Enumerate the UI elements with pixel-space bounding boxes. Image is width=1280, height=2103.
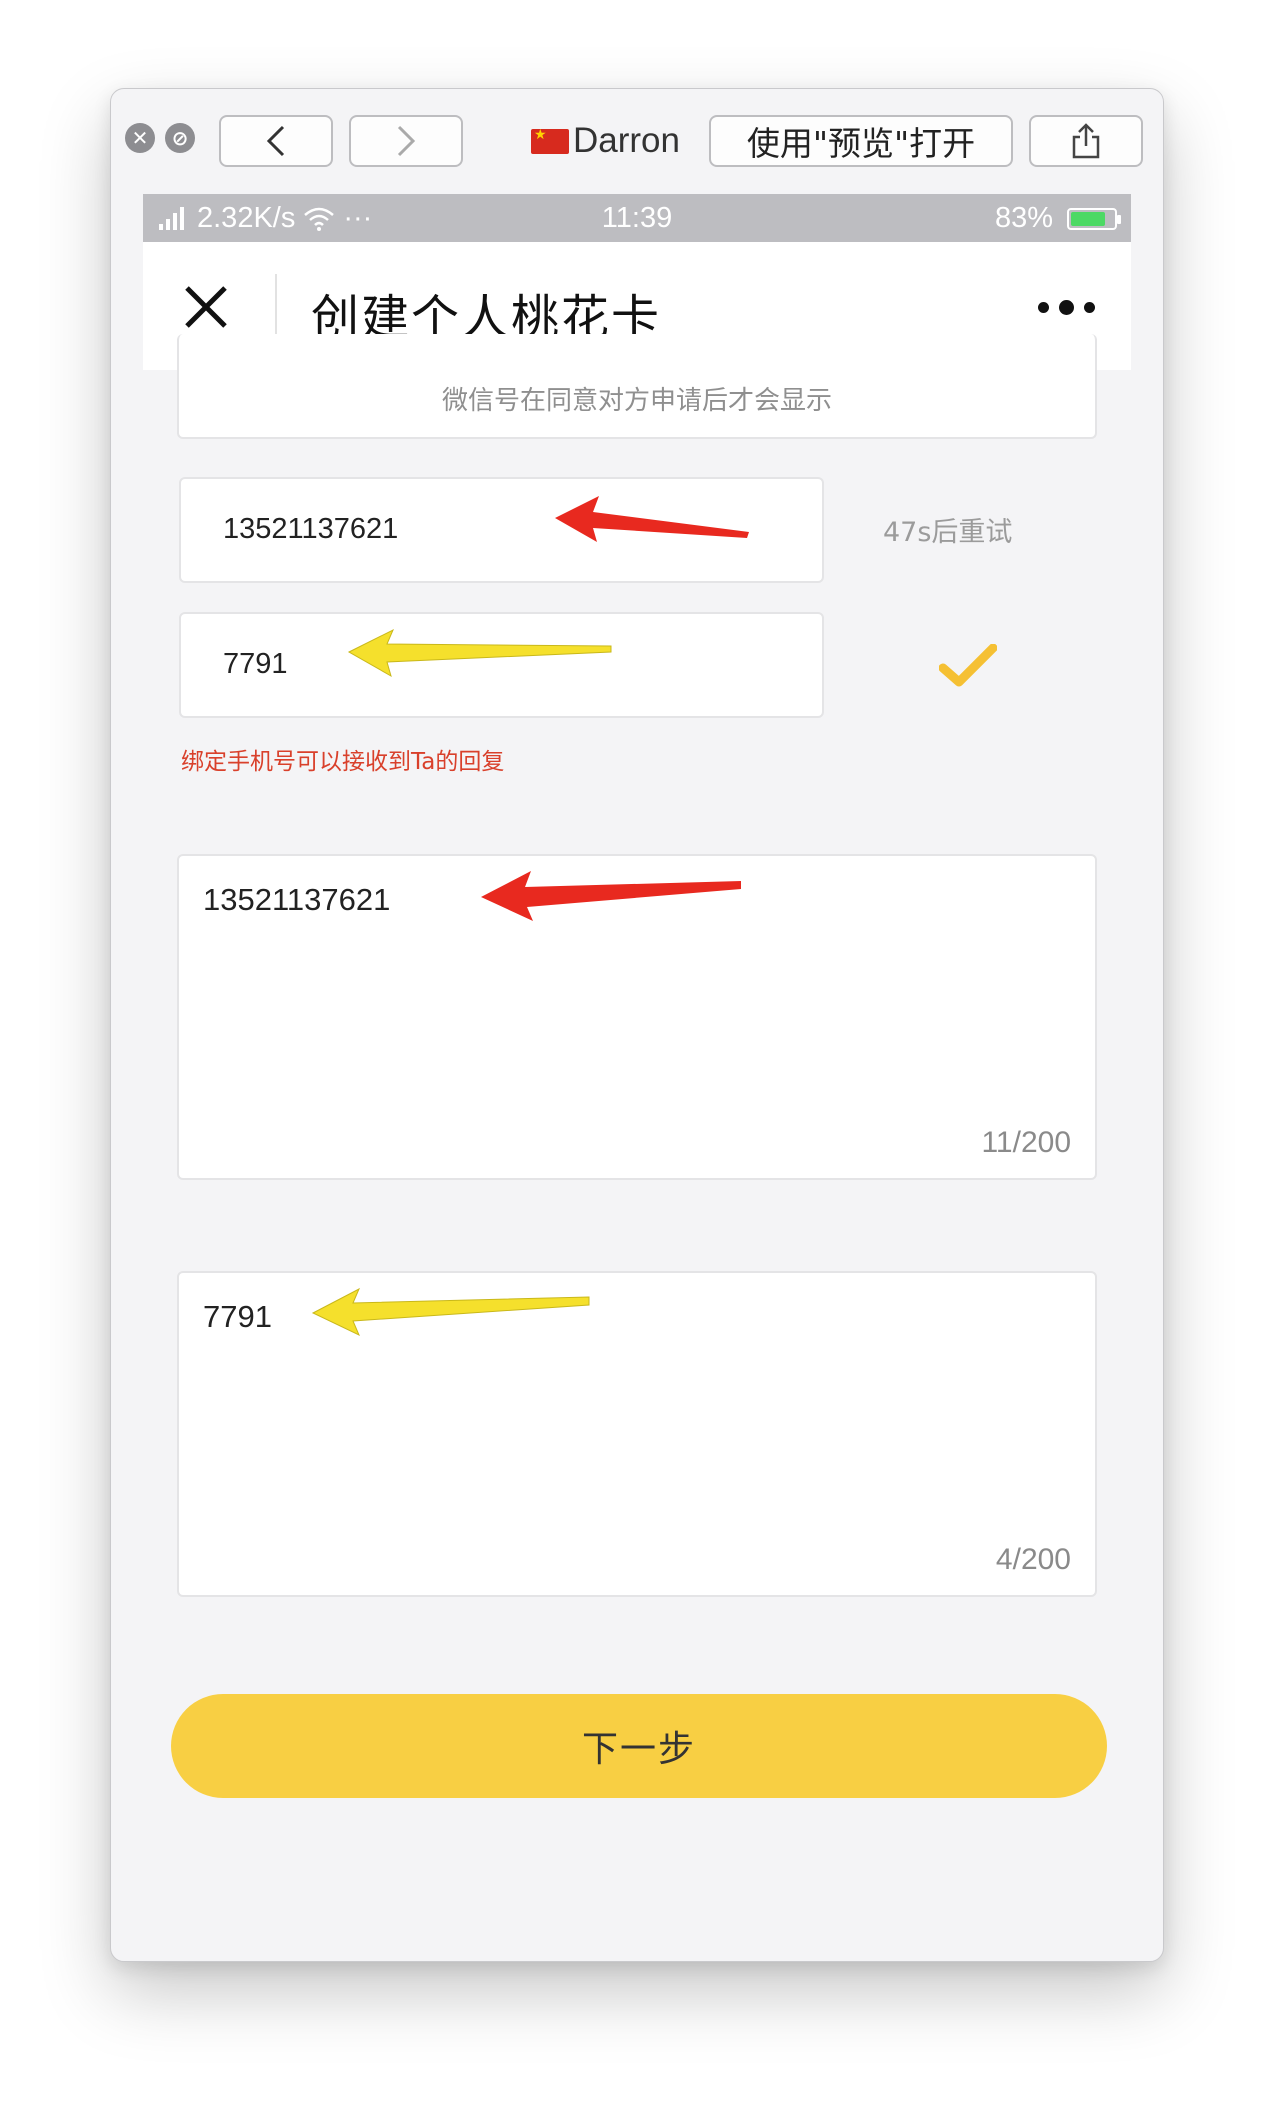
more-menu-button[interactable] <box>1038 300 1095 315</box>
status-bar: 2.32K/s ··· 11:39 83% <box>143 194 1131 242</box>
message-2-value: 7791 <box>203 1299 272 1334</box>
red-arrow-icon <box>481 871 741 921</box>
more-dot-icon <box>1059 300 1074 315</box>
stop-icon[interactable]: ⊘ <box>165 123 195 153</box>
message-2-counter: 4/200 <box>995 1543 1071 1576</box>
close-icon[interactable] <box>181 282 231 332</box>
more-dot-icon <box>1038 302 1049 313</box>
share-button[interactable] <box>1029 115 1143 167</box>
message-1-value: 13521137621 <box>203 882 391 917</box>
more-dot-icon <box>1084 302 1095 313</box>
bind-phone-hint: 绑定手机号可以接收到Ta的回复 <box>181 749 505 775</box>
red-arrow-icon <box>555 496 749 542</box>
message-1-counter: 11/200 <box>981 1126 1071 1159</box>
check-icon <box>939 644 997 687</box>
account-name: Darron <box>573 121 680 160</box>
phone-screen: 2.32K/s ··· 11:39 83% 创建个人桃花卡 微信号在同意对方申请… <box>143 194 1131 1959</box>
app-window: ✕ ⊘ Darron 使用"预览"打开 <box>110 88 1164 1962</box>
chevron-left-icon <box>266 125 285 157</box>
account-selector[interactable]: Darron <box>531 113 680 169</box>
battery-percent: 83% <box>994 202 1053 234</box>
retry-countdown-button[interactable]: 47s后重试 <box>883 510 1012 549</box>
battery-level <box>1071 211 1106 226</box>
code-input-value: 7791 <box>223 648 288 680</box>
open-in-preview-button[interactable]: 使用"预览"打开 <box>709 115 1013 167</box>
chevron-right-icon <box>397 125 416 157</box>
wechat-hint: 微信号在同意对方申请后才会显示 <box>441 386 832 416</box>
close-window-icon[interactable]: ✕ <box>125 123 155 153</box>
forward-button[interactable] <box>349 115 463 167</box>
back-button[interactable] <box>219 115 333 167</box>
next-step-button[interactable]: 下一步 <box>171 1694 1107 1798</box>
phone-input-value: 13521137621 <box>223 513 399 545</box>
china-flag-icon <box>531 127 569 154</box>
status-time: 11:39 <box>601 202 673 234</box>
nav-divider <box>275 274 277 340</box>
share-icon <box>1072 123 1100 159</box>
yellow-arrow-icon <box>311 1287 590 1337</box>
yellow-arrow-icon <box>347 628 612 678</box>
window-toolbar: ✕ ⊘ Darron 使用"预览"打开 <box>111 89 1163 193</box>
battery-icon <box>1067 207 1121 230</box>
